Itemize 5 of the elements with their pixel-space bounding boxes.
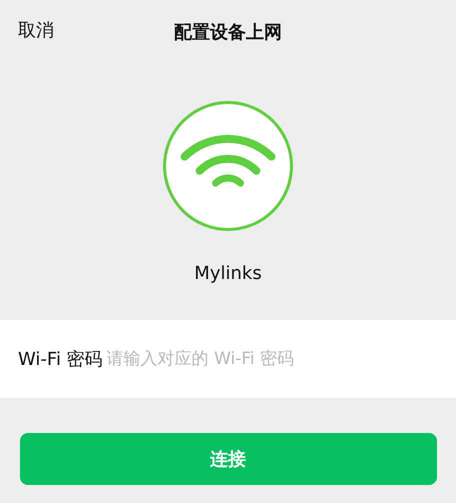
device-name: Mylinks	[194, 263, 262, 284]
cancel-button[interactable]: 取消	[18, 18, 54, 42]
password-field[interactable]: 请输入对应的 Wi-Fi 密码	[106, 349, 456, 369]
password-label: Wi-Fi 密码	[18, 348, 103, 371]
page-title: 配置设备上网	[174, 21, 282, 44]
